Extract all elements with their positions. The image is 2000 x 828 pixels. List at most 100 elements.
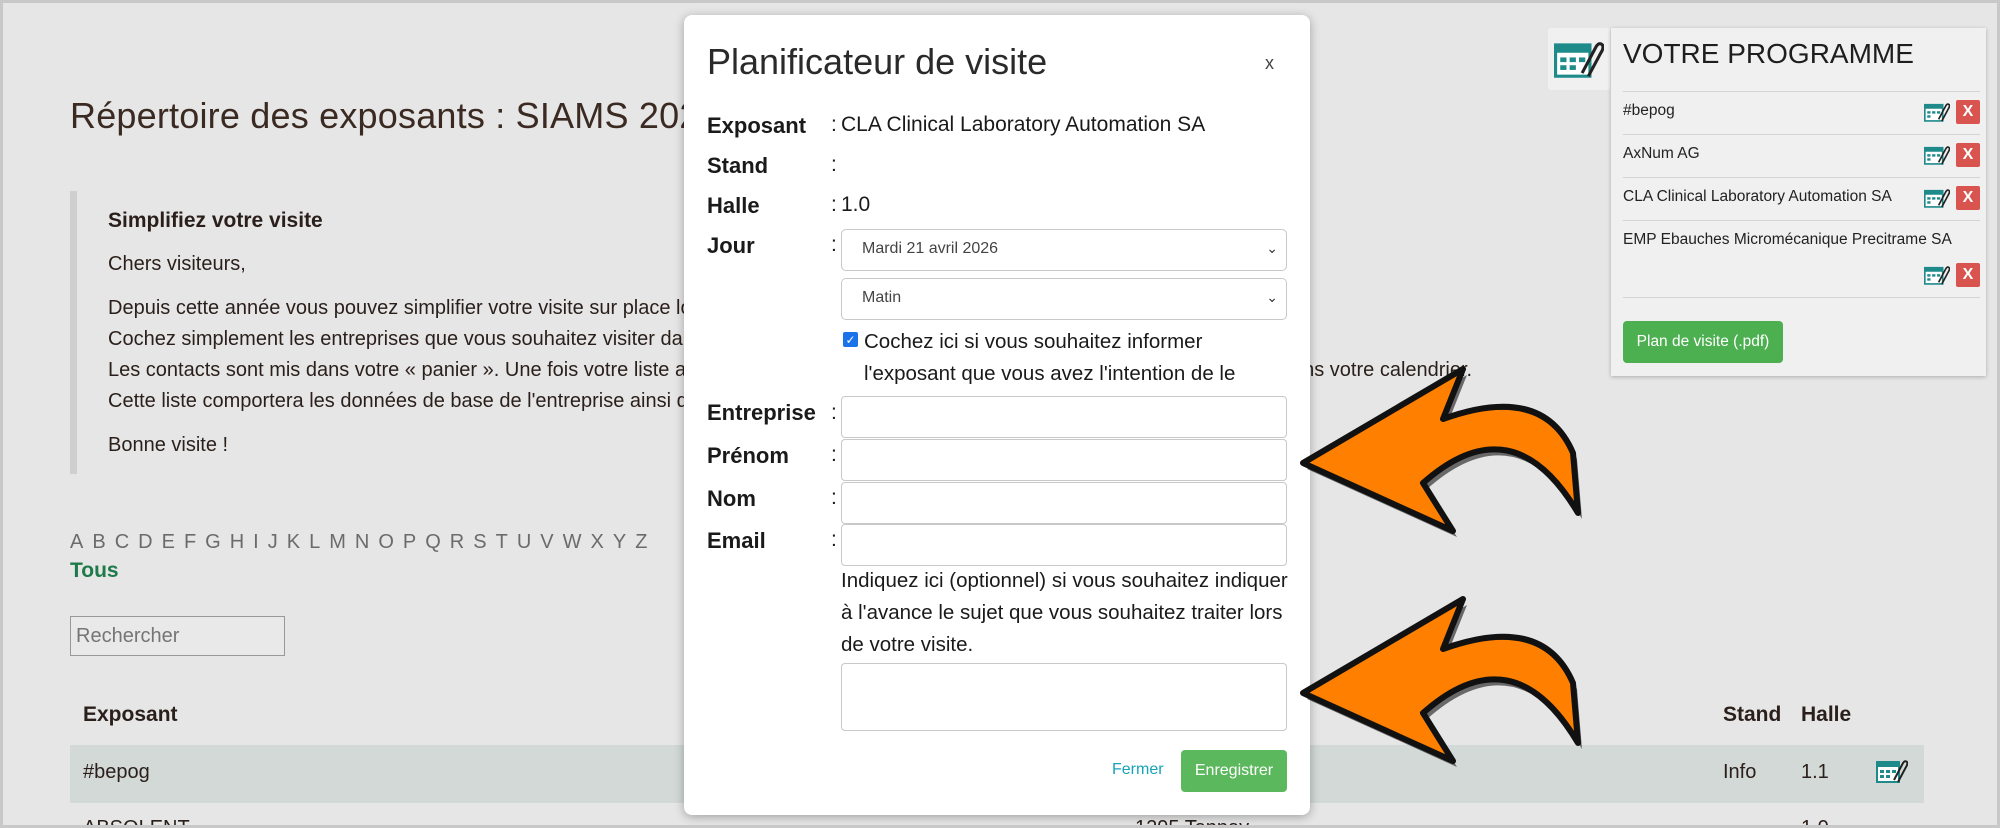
- letter-link[interactable]: F: [184, 531, 196, 554]
- letter-link[interactable]: P: [403, 531, 416, 554]
- calendar-clip-icon[interactable]: [1924, 264, 1950, 286]
- colon: :: [831, 443, 837, 466]
- letter-link[interactable]: R: [450, 531, 464, 554]
- email-field[interactable]: [841, 524, 1287, 566]
- info-closing: Bonne visite !: [108, 434, 229, 456]
- letter-link[interactable]: V: [540, 531, 553, 554]
- company-field[interactable]: [841, 396, 1287, 438]
- program-item: AxNum AG X: [1623, 134, 1980, 177]
- label-jour: Jour: [707, 233, 755, 258]
- letter-link[interactable]: H: [230, 531, 244, 554]
- colon: :: [831, 193, 837, 216]
- table-cell-stand: Info: [1723, 761, 1757, 783]
- letter-link[interactable]: J: [268, 531, 278, 554]
- label-nom: Nom: [707, 486, 756, 511]
- table-cell-halle: 1.0: [1801, 817, 1829, 828]
- search-input[interactable]: [70, 616, 285, 656]
- letter-link[interactable]: E: [162, 531, 175, 554]
- program-item-name: AxNum AG: [1623, 145, 1700, 162]
- info-line-2: Cochez simplement les entreprises que vo…: [108, 328, 741, 350]
- label-prenom: Prénom: [707, 443, 789, 468]
- letter-link[interactable]: N: [355, 531, 369, 554]
- info-line-1: Depuis cette année vous pouvez simplifie…: [108, 297, 737, 319]
- letter-link[interactable]: Q: [425, 531, 441, 554]
- colon: :: [831, 153, 837, 176]
- calendar-clip-icon[interactable]: [1924, 187, 1950, 209]
- remove-button[interactable]: X: [1956, 100, 1980, 124]
- period-select[interactable]: Matin ⌄: [841, 278, 1287, 320]
- program-item-name: CLA Clinical Laboratory Automation SA: [1623, 188, 1892, 205]
- label-exposant: Exposant: [707, 113, 807, 138]
- add-to-program-icon[interactable]: [1876, 758, 1908, 784]
- remove-button[interactable]: X: [1956, 143, 1980, 167]
- letter-link[interactable]: U: [517, 531, 531, 554]
- page-title: Répertoire des exposants : SIAMS 2026: [70, 95, 720, 136]
- orange-arrow-icon: [1300, 596, 1582, 767]
- info-heading: Simplifiez votre visite: [108, 209, 323, 232]
- calendar-clip-icon: [1554, 42, 1604, 78]
- letter-link[interactable]: T: [496, 531, 508, 554]
- program-item-name: #bepog: [1623, 102, 1675, 119]
- close-link[interactable]: Fermer: [1112, 761, 1164, 779]
- remove-button[interactable]: X: [1956, 186, 1980, 210]
- day-select[interactable]: Mardi 21 avril 2026 ⌄: [841, 229, 1287, 271]
- label-entreprise: Entreprise: [707, 400, 816, 425]
- calendar-clip-icon[interactable]: [1924, 101, 1950, 123]
- program-item: CLA Clinical Laboratory Automation SA X: [1623, 177, 1980, 220]
- letter-link[interactable]: M: [329, 531, 346, 554]
- chevron-down-icon: ⌄: [1266, 289, 1278, 305]
- letter-link[interactable]: I: [253, 531, 259, 554]
- topic-textarea[interactable]: [841, 663, 1287, 731]
- colon: :: [831, 486, 837, 509]
- table-cell-halle: 1.1: [1801, 761, 1829, 783]
- label-stand: Stand: [707, 153, 769, 178]
- letter-link[interactable]: S: [473, 531, 486, 554]
- alphabet-filter: A B C D E F G H I J K L M N O P Q R S T …: [70, 531, 656, 554]
- letter-link[interactable]: B: [92, 531, 105, 554]
- program-item-tools: X: [1924, 186, 1980, 210]
- program-item: EMP Ebauches Micromécanique Precitrame S…: [1623, 220, 1980, 298]
- program-title: VOTRE PROGRAMME: [1623, 38, 1914, 69]
- letter-link[interactable]: X: [591, 531, 604, 554]
- period-select-value: Matin: [862, 289, 902, 306]
- colon: :: [831, 113, 837, 136]
- inform-exhibitor-checkbox[interactable]: ✓: [843, 332, 858, 347]
- letter-link[interactable]: D: [138, 531, 152, 554]
- all-letters-link[interactable]: Tous: [70, 559, 119, 583]
- label-email: Email: [707, 528, 766, 553]
- screenshot-frame: Répertoire des exposants : SIAMS 2026 Si…: [0, 0, 2000, 828]
- program-panel: VOTRE PROGRAMME #bepog X AxNum AG X CLA …: [1611, 28, 1986, 376]
- colon: :: [831, 528, 837, 551]
- first-name-field[interactable]: [841, 439, 1287, 481]
- letter-link[interactable]: C: [115, 531, 129, 554]
- orange-arrow-icon: [1300, 366, 1582, 537]
- label-halle: Halle: [707, 193, 760, 218]
- letter-link[interactable]: K: [287, 531, 300, 554]
- column-header-exposant: Exposant: [83, 703, 178, 726]
- remove-button[interactable]: X: [1956, 263, 1980, 287]
- day-select-value: Mardi 21 avril 2026: [862, 240, 999, 257]
- letter-link[interactable]: O: [378, 531, 394, 554]
- letter-link[interactable]: L: [309, 531, 320, 554]
- program-toggle[interactable]: [1548, 28, 1610, 90]
- letter-link[interactable]: W: [563, 531, 582, 554]
- close-button[interactable]: x: [1265, 53, 1274, 74]
- modal-title: Planificateur de visite: [707, 41, 1048, 82]
- topic-note: Indiquez ici (optionnel) si vous souhait…: [841, 569, 1288, 656]
- table-cell-exposant: ABSOLENT: [83, 817, 190, 828]
- letter-link[interactable]: A: [70, 531, 83, 554]
- visit-plan-pdf-button[interactable]: Plan de visite (.pdf): [1623, 321, 1783, 363]
- info-line-3: Les contacts sont mis dans votre « panie…: [108, 359, 739, 381]
- program-item-tools: X: [1924, 263, 1980, 287]
- letter-link[interactable]: Z: [635, 531, 647, 554]
- letter-link[interactable]: G: [205, 531, 221, 554]
- last-name-field[interactable]: [841, 482, 1287, 524]
- program-item-tools: X: [1924, 143, 1980, 167]
- save-button[interactable]: Enregistrer: [1181, 750, 1287, 792]
- program-item: #bepog X: [1623, 91, 1980, 134]
- calendar-clip-icon[interactable]: [1924, 144, 1950, 166]
- column-header-halle: Halle: [1801, 703, 1852, 726]
- letter-link[interactable]: Y: [613, 531, 626, 554]
- colon: :: [831, 233, 837, 256]
- program-item-name: EMP Ebauches Micromécanique Precitrame S…: [1623, 231, 1952, 248]
